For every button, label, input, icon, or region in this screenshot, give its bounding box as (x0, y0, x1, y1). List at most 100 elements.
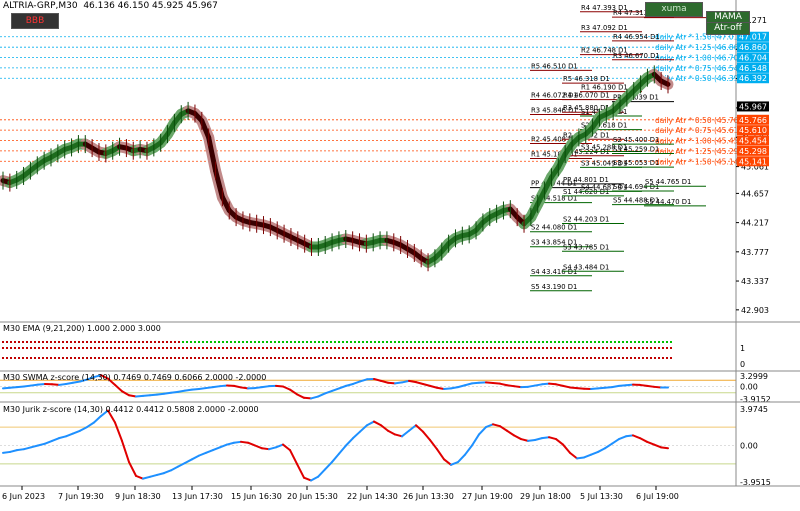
ema-dot (350, 347, 352, 349)
ema-dot (446, 347, 448, 349)
ema-dot (162, 341, 164, 343)
ema-dot (462, 341, 464, 343)
ema-dot (478, 357, 480, 359)
ema-dot (242, 341, 244, 343)
pivot-label: R4 46.070 D1 (563, 92, 610, 100)
ema-dot (42, 357, 44, 359)
osc-segment (199, 388, 206, 389)
ema-dot (434, 341, 436, 343)
ema-dot (286, 341, 288, 343)
signal-button-green[interactable]: xuma (645, 2, 703, 17)
ema-dot (402, 341, 404, 343)
ema-dot (158, 341, 160, 343)
ema-dot (190, 341, 192, 343)
atr-level-label: daily Atr * 0.50 (45.766) (655, 116, 746, 125)
ema-dot (118, 347, 120, 349)
ema-dot (202, 341, 204, 343)
ema-dot (614, 357, 616, 359)
ema-dot (482, 341, 484, 343)
x-tick-label: 20 Jun 15:30 (287, 492, 338, 501)
ema-dot (74, 341, 76, 343)
atr-level-label: daily Atr * 1.25 (45.298) (655, 147, 746, 156)
ema-dot (146, 347, 148, 349)
osc-segment (395, 382, 402, 383)
x-tick-label: 13 Jun 17:30 (172, 492, 223, 501)
ema-dot (34, 357, 36, 359)
signal-button-red[interactable]: BBB (11, 13, 59, 29)
ema-dot (554, 347, 556, 349)
ema-dot (334, 341, 336, 343)
ema-dot (290, 347, 292, 349)
atr-level-label: daily Atr * 1.00 (46.704) (655, 54, 746, 63)
ema-dot (42, 347, 44, 349)
ema-dot (50, 357, 52, 359)
ema-dot (286, 347, 288, 349)
chart-svg[interactable]: daily Atr * 1.50 (47.017)daily Atr * 1.2… (0, 0, 800, 507)
ema-dot (594, 347, 596, 349)
ema-dot (558, 357, 560, 359)
ema-dot (62, 357, 64, 359)
ema-dot (222, 357, 224, 359)
osc-segment (612, 386, 619, 387)
ema-dot (90, 341, 92, 343)
ema-dot (630, 341, 632, 343)
ema-dot (150, 357, 152, 359)
x-tick-label: 22 Jun 14:30 (347, 492, 398, 501)
ema-dot (114, 341, 116, 343)
ema-dot (366, 347, 368, 349)
ema-dot (126, 357, 128, 359)
ema-dot (550, 347, 552, 349)
ema-dot (282, 357, 284, 359)
ema-dot (70, 357, 72, 359)
ema-dot (210, 357, 212, 359)
ema-dot (222, 347, 224, 349)
atr-level-label: daily Atr * 0.75 (46.548) (655, 64, 746, 73)
ema-dot (474, 347, 476, 349)
price-label: 46.704 (739, 54, 767, 63)
ema-dot (538, 347, 540, 349)
ema-dot (666, 357, 668, 359)
ema-dot (22, 341, 24, 343)
ema-dot (138, 357, 140, 359)
ema-dot (590, 341, 592, 343)
ema-dot (174, 347, 176, 349)
ema-dot (350, 357, 352, 359)
ema-dot (10, 347, 12, 349)
osc-segment (528, 440, 535, 441)
ema-dot (122, 347, 124, 349)
ema-dot (654, 347, 656, 349)
ema-dot (298, 341, 300, 343)
ema-dot (454, 341, 456, 343)
osc-segment (171, 392, 178, 393)
ema-axis-label: 0 (740, 360, 745, 369)
ema-dot (62, 341, 64, 343)
ema-dot (450, 357, 452, 359)
ema-dot (202, 347, 204, 349)
osc-segment (598, 388, 605, 389)
ema-dot (14, 341, 16, 343)
pivot-label: R3 46.670 D1 (613, 52, 660, 60)
x-tick-label: 26 Jun 13:30 (403, 492, 454, 501)
ema-dot (482, 347, 484, 349)
ema-dot (558, 341, 560, 343)
ema-axis-label: 1 (740, 344, 745, 353)
ema-dot (314, 347, 316, 349)
ema-dot (258, 341, 260, 343)
pivot-label: S3 45.259 D1 (613, 145, 659, 153)
ema-dot (650, 347, 652, 349)
ema-dot (358, 341, 360, 343)
osc-segment (619, 385, 626, 386)
ema-dot (634, 341, 636, 343)
ema-dot (210, 341, 212, 343)
osc-segment (542, 384, 549, 385)
ema-dot (410, 341, 412, 343)
ema-dot (658, 357, 660, 359)
ema-dot (414, 357, 416, 359)
ema-dot (462, 357, 464, 359)
osc-segment (535, 384, 542, 385)
ema-dot (278, 341, 280, 343)
ema-dot (66, 341, 68, 343)
ema-dot (286, 357, 288, 359)
ema-dot (150, 341, 152, 343)
indicator-badge-2[interactable]: Atr-off (706, 22, 750, 35)
